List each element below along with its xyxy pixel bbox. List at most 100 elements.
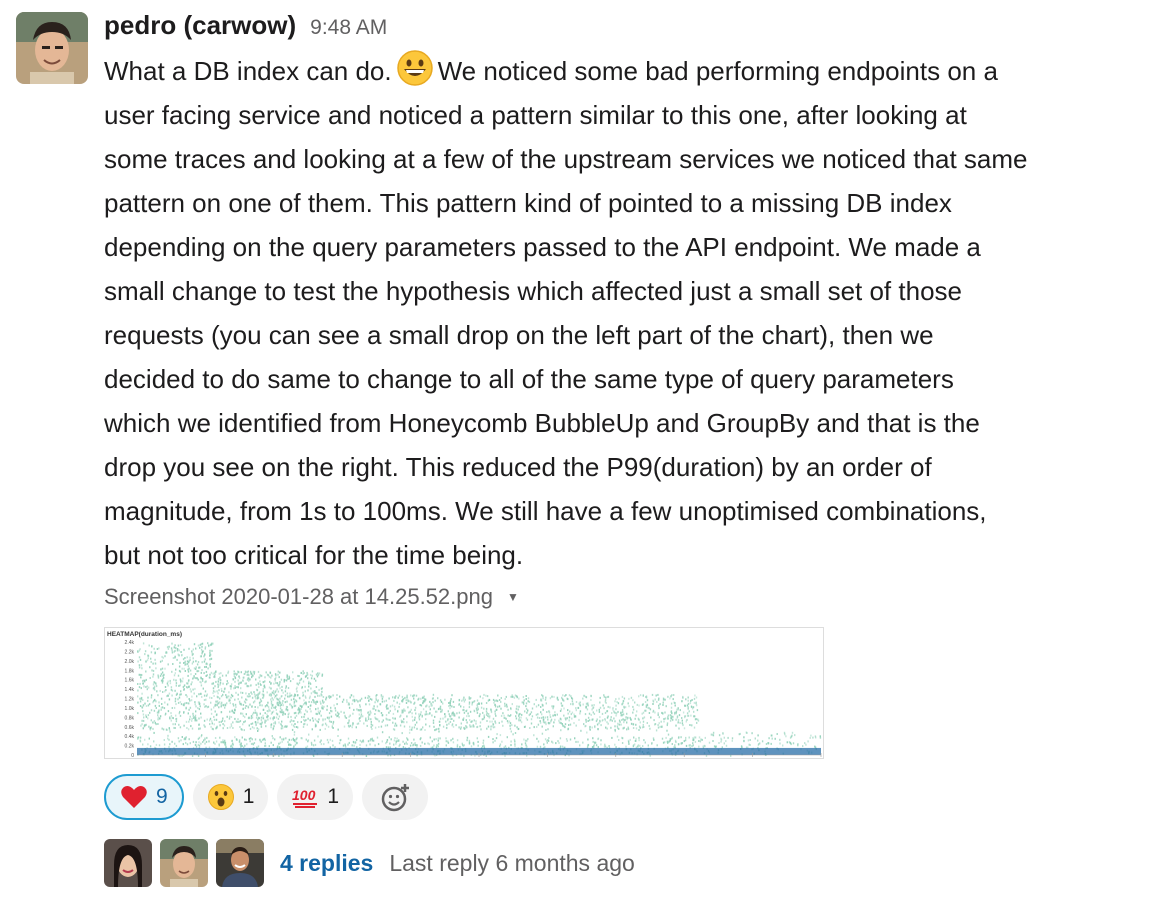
heatmap-cell	[482, 739, 485, 742]
heatmap-cell	[674, 713, 676, 716]
heatmap-cell	[565, 738, 568, 740]
heatmap-cell	[313, 691, 316, 694]
heatmap-cell	[355, 699, 358, 702]
heatmap-cell	[194, 717, 196, 720]
reply-avatar[interactable]	[104, 839, 152, 887]
heatmap-cell	[180, 703, 183, 706]
reply-avatar[interactable]	[216, 839, 264, 887]
heatmap-cell	[263, 684, 266, 687]
heatmap-cell	[186, 660, 189, 663]
heatmap-cell	[788, 741, 791, 744]
heatmap-cell	[373, 705, 375, 708]
heatmap-cell	[634, 743, 636, 746]
heatmap-cell	[647, 706, 649, 709]
heatmap-cell	[180, 651, 182, 653]
heatmap-cell	[301, 705, 303, 708]
heatmap-cell	[210, 708, 213, 711]
heatmap-cell	[679, 721, 681, 724]
reaction-hundred-points[interactable]: 100 1	[277, 774, 354, 820]
heatmap-cell	[295, 700, 298, 703]
heatmap-cell	[659, 725, 661, 728]
heatmap-cell	[270, 741, 272, 744]
heatmap-cell	[277, 673, 279, 676]
heatmap-cell	[303, 699, 305, 702]
heatmap-cell	[394, 737, 396, 740]
heatmap-cell	[479, 721, 482, 724]
heatmap-cell	[275, 676, 277, 679]
heatmap-cell	[393, 717, 395, 720]
caret-down-icon[interactable]: ▼	[507, 590, 519, 604]
attachment-filename[interactable]: Screenshot 2020-01-28 at 14.25.52.png	[104, 584, 493, 610]
heatmap-cell	[176, 648, 179, 650]
author-name[interactable]: pedro (carwow)	[104, 10, 296, 41]
heatmap-cell	[515, 707, 518, 710]
heatmap-cell	[606, 721, 608, 724]
heatmap-cell	[406, 721, 408, 724]
heatmap-cell	[680, 736, 682, 739]
heatmap-cell	[558, 721, 561, 724]
heatmap-cell	[201, 661, 203, 664]
heatmap-cell	[200, 684, 203, 687]
heatmap-cell	[405, 699, 407, 702]
heatmap-cell	[552, 725, 554, 728]
add-reaction-button[interactable]	[362, 774, 429, 820]
y-tick-label: 2.0k	[125, 659, 135, 665]
heatmap-cell	[791, 731, 794, 734]
heatmap-cell	[715, 745, 717, 748]
heatmap-cell	[274, 738, 276, 741]
heatmap-cell	[546, 741, 548, 744]
thread-replies-link[interactable]: 4 replies	[280, 850, 373, 877]
heatmap-cell	[407, 698, 409, 701]
heatmap-cell	[219, 683, 221, 686]
heatmap-cell	[272, 737, 274, 740]
author-avatar[interactable]	[16, 12, 88, 84]
heatmap-cell	[442, 717, 444, 720]
heatmap-cell	[360, 697, 363, 700]
heatmap-cell	[156, 711, 159, 714]
heatmap-cell	[266, 673, 269, 676]
heatmap-cell	[313, 699, 315, 702]
heatmap-cell	[298, 696, 301, 699]
heatmap-cell	[265, 719, 267, 722]
heatmap-cell	[287, 716, 289, 719]
heatmap-cell	[251, 738, 253, 741]
heatmap-cell	[192, 657, 194, 660]
heatmap-cell	[520, 716, 522, 719]
reaction-open-mouth[interactable]: 1	[192, 774, 269, 820]
heatmap-cell	[562, 694, 564, 697]
heatmap-cell	[238, 675, 240, 678]
heatmap-cell	[563, 714, 565, 717]
heatmap-cell	[488, 699, 491, 701]
message-timestamp[interactable]: 9:48 AM	[310, 16, 387, 40]
heatmap-cell	[289, 680, 292, 683]
heatmap-cell	[171, 707, 173, 709]
heatmap-cell	[188, 708, 190, 711]
heatmap-cell	[292, 678, 294, 680]
reaction-heart[interactable]: 9	[104, 774, 184, 820]
heatmap-cell	[432, 701, 434, 704]
heatmap-cell	[607, 722, 609, 725]
heatmap-cell	[223, 690, 225, 693]
heatmap-cell	[174, 644, 176, 647]
heatmap-cell	[463, 696, 465, 699]
attachment-image[interactable]: HEATMAP(duration_ms) 2.4k 2.2k 2.0k 1.8k 1.6…	[104, 627, 824, 759]
heatmap-cell	[674, 702, 676, 704]
heatmap-cell	[492, 717, 495, 720]
heatmap-cell	[591, 746, 594, 748]
heatmap-cell	[244, 716, 246, 719]
heatmap-cell	[141, 723, 143, 726]
heatmap-cell	[261, 704, 263, 707]
heatmap-cell	[328, 695, 330, 698]
heatmap-cell	[533, 734, 535, 737]
heatmap-cell	[171, 651, 174, 654]
heatmap-cell	[542, 697, 544, 700]
heatmap-cell	[286, 706, 288, 708]
heatmap-cell	[177, 701, 180, 704]
heatmap-cell	[260, 719, 263, 722]
heatmap-cell	[600, 743, 602, 746]
heatmap-cell	[547, 718, 549, 721]
heatmap-cell	[802, 745, 804, 748]
heatmap-cell	[256, 714, 258, 717]
reply-avatar[interactable]	[160, 839, 208, 887]
heatmap-cell	[324, 718, 326, 721]
